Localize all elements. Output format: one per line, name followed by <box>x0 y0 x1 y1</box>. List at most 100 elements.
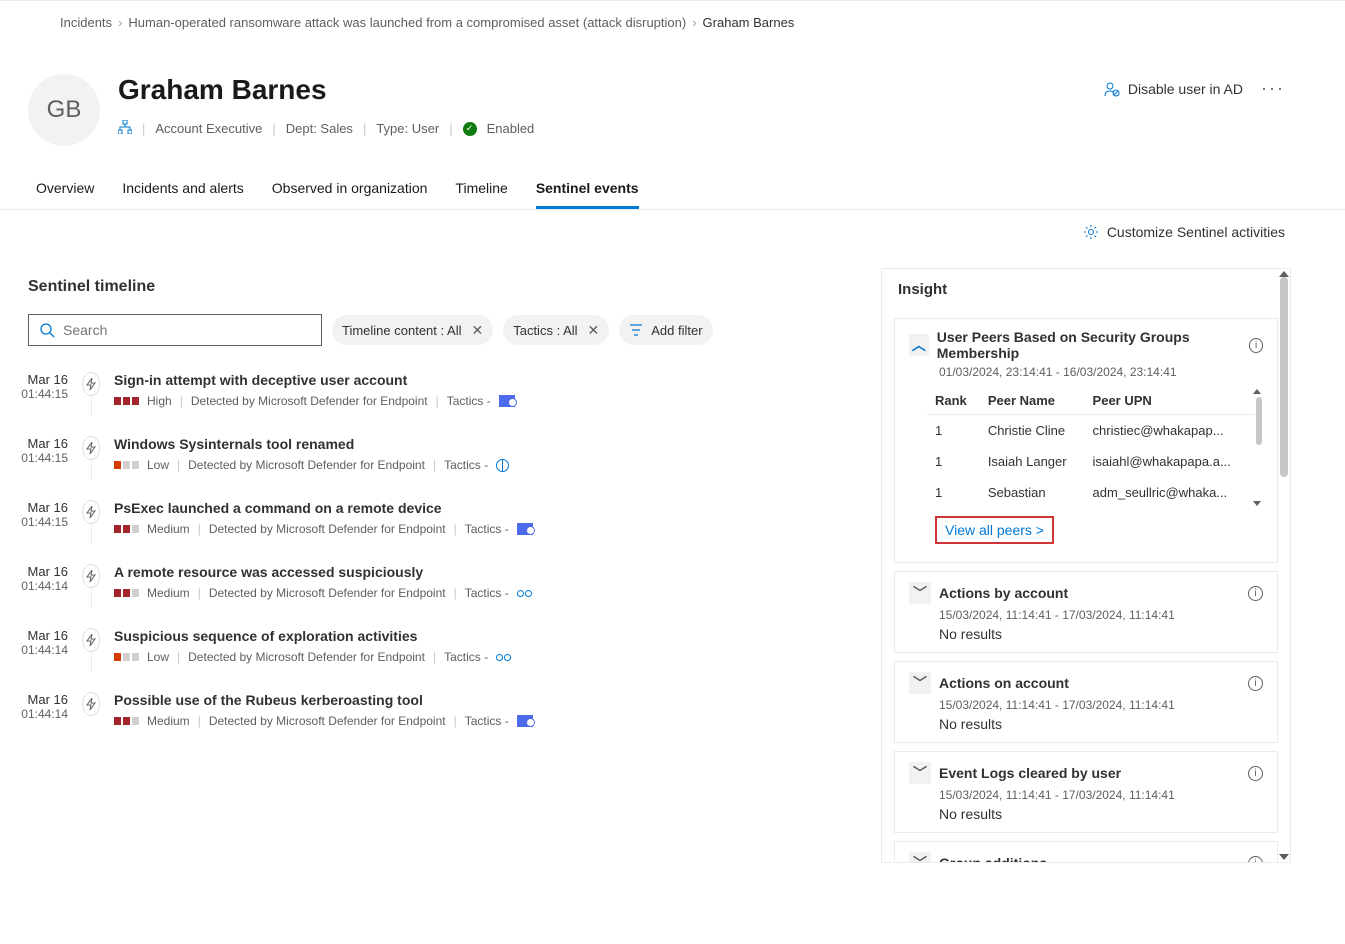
tab-incidents-alerts[interactable]: Incidents and alerts <box>122 180 243 209</box>
customize-label: Customize Sentinel activities <box>1107 224 1285 240</box>
close-icon[interactable]: ✕ <box>588 322 600 339</box>
bolt-icon <box>82 500 100 524</box>
scroll-thumb[interactable] <box>1256 397 1262 445</box>
tab-sentinel-events[interactable]: Sentinel events <box>536 180 639 209</box>
search-input[interactable] <box>28 314 322 346</box>
disable-user-button[interactable]: Disable user in AD <box>1104 81 1243 97</box>
timeline-item[interactable]: Mar 1601:44:15Windows Sysinternals tool … <box>82 436 863 500</box>
tab-overview[interactable]: Overview <box>36 180 94 209</box>
detected-by: Detected by Microsoft Defender for Endpo… <box>209 586 446 600</box>
alert-title: Suspicious sequence of exploration activ… <box>114 628 511 644</box>
table-row[interactable]: 1Christie Clinechristiec@whakapap... <box>927 415 1255 447</box>
detected-by: Detected by Microsoft Defender for Endpo… <box>188 650 425 664</box>
chevron-down-icon: ﹀ <box>913 583 927 603</box>
info-icon[interactable]: i <box>1248 676 1263 691</box>
defender-icon <box>499 395 515 407</box>
tab-observed[interactable]: Observed in organization <box>272 180 428 209</box>
timeline-timestamp: Mar 1601:44:15 <box>0 436 68 465</box>
close-icon[interactable]: ✕ <box>471 322 483 339</box>
breadcrumb-root[interactable]: Incidents <box>60 15 112 30</box>
bolt-icon <box>82 564 100 588</box>
expand-button[interactable]: ﹀ <box>909 762 931 784</box>
insight-header: Insight <box>882 269 1290 310</box>
cell-upn: christiec@whakapap... <box>1085 415 1255 447</box>
card-title: Actions on account <box>939 675 1069 691</box>
timeline-item[interactable]: Mar 1601:44:14Possible use of the Rubeus… <box>82 692 863 756</box>
expand-button[interactable]: ﹀ <box>909 852 931 863</box>
more-actions-button[interactable]: ··· <box>1261 78 1285 99</box>
filter-tactics[interactable]: Tactics : All ✕ <box>503 315 609 345</box>
globe-icon <box>496 459 509 472</box>
chevron-up-icon: ︿ <box>912 335 926 355</box>
timeline-item[interactable]: Mar 1601:44:15Sign-in attempt with decep… <box>82 372 863 436</box>
timeline-title: Sentinel timeline <box>28 278 863 296</box>
info-icon[interactable]: i <box>1249 338 1263 353</box>
severity-indicator <box>114 589 139 597</box>
filter-icon <box>629 323 643 337</box>
card-title: Event Logs cleared by user <box>939 765 1121 781</box>
alert-title: Sign-in attempt with deceptive user acco… <box>114 372 515 388</box>
scroll-down-icon[interactable] <box>1279 854 1289 860</box>
chevron-right-icon: › <box>692 15 696 30</box>
view-all-peers-highlight: View all peers > <box>935 516 1054 544</box>
user-status: Enabled <box>487 121 535 136</box>
view-all-peers-link[interactable]: View all peers > <box>945 522 1044 538</box>
severity-label: Medium <box>147 714 190 728</box>
disable-user-label: Disable user in AD <box>1128 81 1243 97</box>
card-title: User Peers Based on Security Groups Memb… <box>937 329 1242 361</box>
search-icon <box>39 322 55 338</box>
timeline-list: Mar 1601:44:15Sign-in attempt with decep… <box>82 372 863 756</box>
user-role: Account Executive <box>155 121 262 136</box>
col-peer-upn[interactable]: Peer UPN <box>1085 387 1255 415</box>
gear-icon <box>1083 224 1099 240</box>
bolt-icon <box>82 436 100 460</box>
card-result: No results <box>939 716 1263 732</box>
table-row[interactable]: 1Sebastianadm_seullric@whaka... <box>927 477 1255 508</box>
collapse-button[interactable]: ︿ <box>909 334 929 356</box>
cell-name: Christie Cline <box>980 415 1085 447</box>
cell-upn: isaiahl@whakapapa.a... <box>1085 446 1255 477</box>
tab-timeline[interactable]: Timeline <box>455 180 507 209</box>
customize-sentinel-button[interactable]: Customize Sentinel activities <box>0 210 1345 240</box>
breadcrumb-incident[interactable]: Human-operated ransomware attack was lau… <box>128 15 686 30</box>
scroll-up-icon[interactable] <box>1253 389 1261 394</box>
binoculars-icon <box>517 590 532 597</box>
breadcrumb-current: Graham Barnes <box>703 15 795 30</box>
timeline-item[interactable]: Mar 1601:44:14A remote resource was acce… <box>82 564 863 628</box>
defender-icon <box>517 523 533 535</box>
insight-card: ﹀Group additionsi <box>894 841 1278 863</box>
insight-panel: Insight ︿ User Peers Based on Security G… <box>881 268 1291 863</box>
user-dept: Dept: Sales <box>286 121 353 136</box>
card-title: Actions by account <box>939 585 1068 601</box>
info-icon[interactable]: i <box>1248 586 1263 601</box>
cell-rank: 1 <box>927 446 980 477</box>
expand-button[interactable]: ﹀ <box>909 582 931 604</box>
scroll-thumb[interactable] <box>1280 277 1288 477</box>
timeline-item[interactable]: Mar 1601:44:15PsExec launched a command … <box>82 500 863 564</box>
severity-label: High <box>147 394 172 408</box>
binoculars-icon <box>496 654 511 661</box>
filter-timeline-content[interactable]: Timeline content : All ✕ <box>332 315 493 345</box>
col-peer-name[interactable]: Peer Name <box>980 387 1085 415</box>
col-rank[interactable]: Rank <box>927 387 980 415</box>
expand-button[interactable]: ﹀ <box>909 672 931 694</box>
info-icon[interactable]: i <box>1248 856 1263 864</box>
scrollbar[interactable] <box>1280 273 1288 858</box>
severity-indicator <box>114 717 139 725</box>
cell-rank: 1 <box>927 415 980 447</box>
bolt-icon <box>82 628 100 652</box>
timeline-timestamp: Mar 1601:44:14 <box>0 692 68 721</box>
scroll-down-icon[interactable] <box>1253 501 1261 506</box>
table-row[interactable]: 1Isaiah Langerisaiahl@whakapapa.a... <box>927 446 1255 477</box>
timeline-timestamp: Mar 1601:44:15 <box>0 372 68 401</box>
search-field[interactable] <box>63 322 311 338</box>
info-icon[interactable]: i <box>1248 766 1263 781</box>
card-date-range: 15/03/2024, 11:14:41 - 17/03/2024, 11:14… <box>939 788 1263 802</box>
detected-by: Detected by Microsoft Defender for Endpo… <box>191 394 428 408</box>
chevron-right-icon: › <box>118 15 122 30</box>
timeline-item[interactable]: Mar 1601:44:14Suspicious sequence of exp… <box>82 628 863 692</box>
detected-by: Detected by Microsoft Defender for Endpo… <box>209 522 446 536</box>
cell-name: Isaiah Langer <box>980 446 1085 477</box>
add-filter-button[interactable]: Add filter <box>619 315 712 345</box>
severity-indicator <box>114 653 139 661</box>
